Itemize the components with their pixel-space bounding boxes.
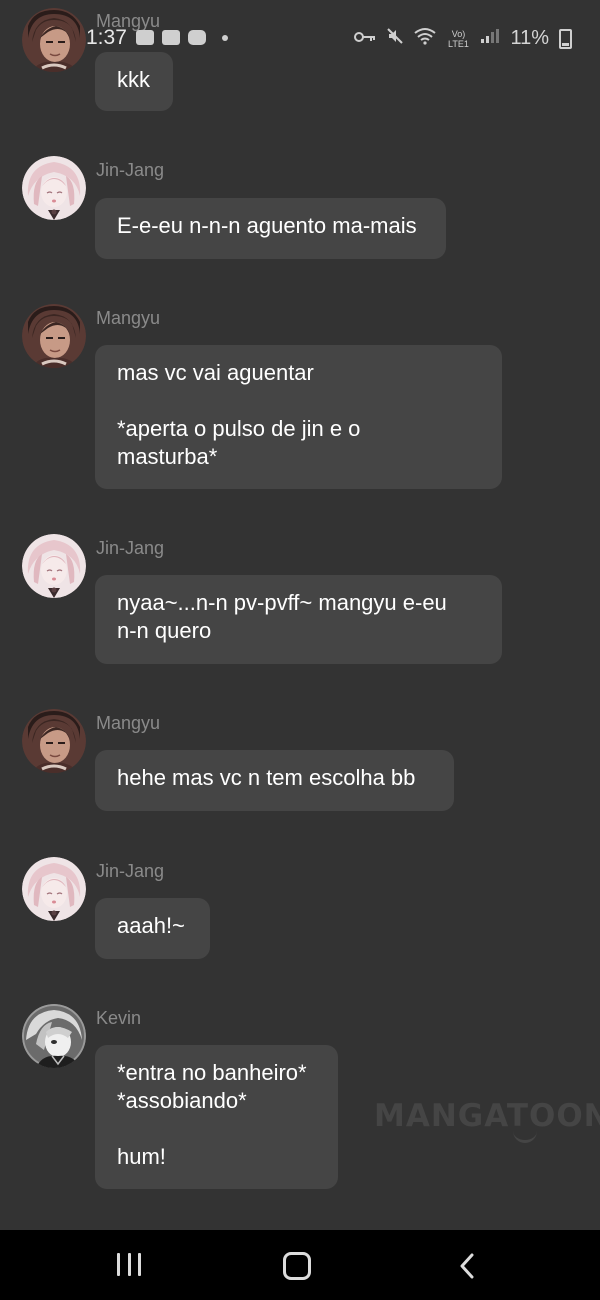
avatar-jin-jang[interactable] <box>22 857 86 921</box>
sender-name: Jin-Jang <box>96 861 165 881</box>
lte-icon: Vo) LTE1 <box>448 28 469 49</box>
navigation-bar <box>0 1230 600 1300</box>
chat-message: Jin-Jang aaah!~ <box>0 849 600 964</box>
recents-icon[interactable] <box>117 1253 141 1276</box>
avatar-mangyu[interactable] <box>22 304 86 368</box>
message-bubble[interactable]: aaah!~ <box>95 898 210 959</box>
battery-icon <box>559 28 572 49</box>
chat-message: Mangyu hehe mas vc n tem escolha bb <box>0 701 600 816</box>
chat-message: Jin-Jang nyaa~...n-n pv-pvff~ mangyu e-e… <box>0 526 600 666</box>
battery-percent: 11% <box>510 27 549 49</box>
chat-area[interactable]: Mangyu kkk Jin-Jang E-e-eu n-n-n aguento… <box>0 0 600 1230</box>
youtube-icon <box>188 30 206 45</box>
avatar-kevin[interactable] <box>22 1004 86 1068</box>
message-bubble[interactable]: E-e-eu n-n-n aguento ma-mais <box>95 198 446 259</box>
wifi-icon <box>414 27 437 50</box>
sender-name: Mangyu <box>96 713 161 733</box>
sender-name: Jin-Jang <box>96 160 165 180</box>
status-system-icons: Vo) LTE1 11% <box>354 27 572 50</box>
status-time: 1:37 <box>86 26 127 49</box>
app-notification-icon <box>162 30 180 45</box>
message-bubble[interactable]: kkk <box>95 52 173 111</box>
message-bubble[interactable]: *entra no banheiro* *assobiando* hum! <box>95 1045 338 1189</box>
chat-message: Kevin *entra no banheiro* *assobiando* h… <box>0 996 600 1196</box>
signal-icon <box>480 28 500 49</box>
message-bubble[interactable]: hehe mas vc n tem escolha bb <box>95 750 454 811</box>
back-icon[interactable] <box>456 1253 480 1279</box>
key-icon <box>354 28 376 49</box>
watermark: MANGATOON <box>374 1098 600 1134</box>
avatar-jin-jang[interactable] <box>22 156 86 220</box>
more-notifications-dot-icon <box>222 34 228 41</box>
chat-message: Jin-Jang E-e-eu n-n-n aguento ma-mais <box>0 148 600 263</box>
chat-message: Mangyu kkk <box>0 0 600 115</box>
message-bubble[interactable]: mas vc vai aguentar *aperta o pulso de j… <box>95 345 502 489</box>
sender-name: Mangyu <box>96 308 161 328</box>
message-bubble[interactable]: nyaa~...n-n pv-pvff~ mangyu e-eu n-n que… <box>95 575 502 664</box>
chat-message: Mangyu mas vc vai aguentar *aperta o pul… <box>0 296 600 496</box>
sender-name: Jin-Jang <box>96 538 165 558</box>
home-icon[interactable] <box>283 1252 311 1280</box>
status-bar: 1:37 Vo) LTE1 11% <box>0 24 600 54</box>
status-notification-icons <box>136 30 228 45</box>
sender-name: Kevin <box>96 1008 142 1028</box>
avatar-jin-jang[interactable] <box>22 534 86 598</box>
gallery-icon <box>136 30 154 45</box>
avatar-mangyu[interactable] <box>22 709 86 773</box>
mute-icon <box>386 27 404 50</box>
